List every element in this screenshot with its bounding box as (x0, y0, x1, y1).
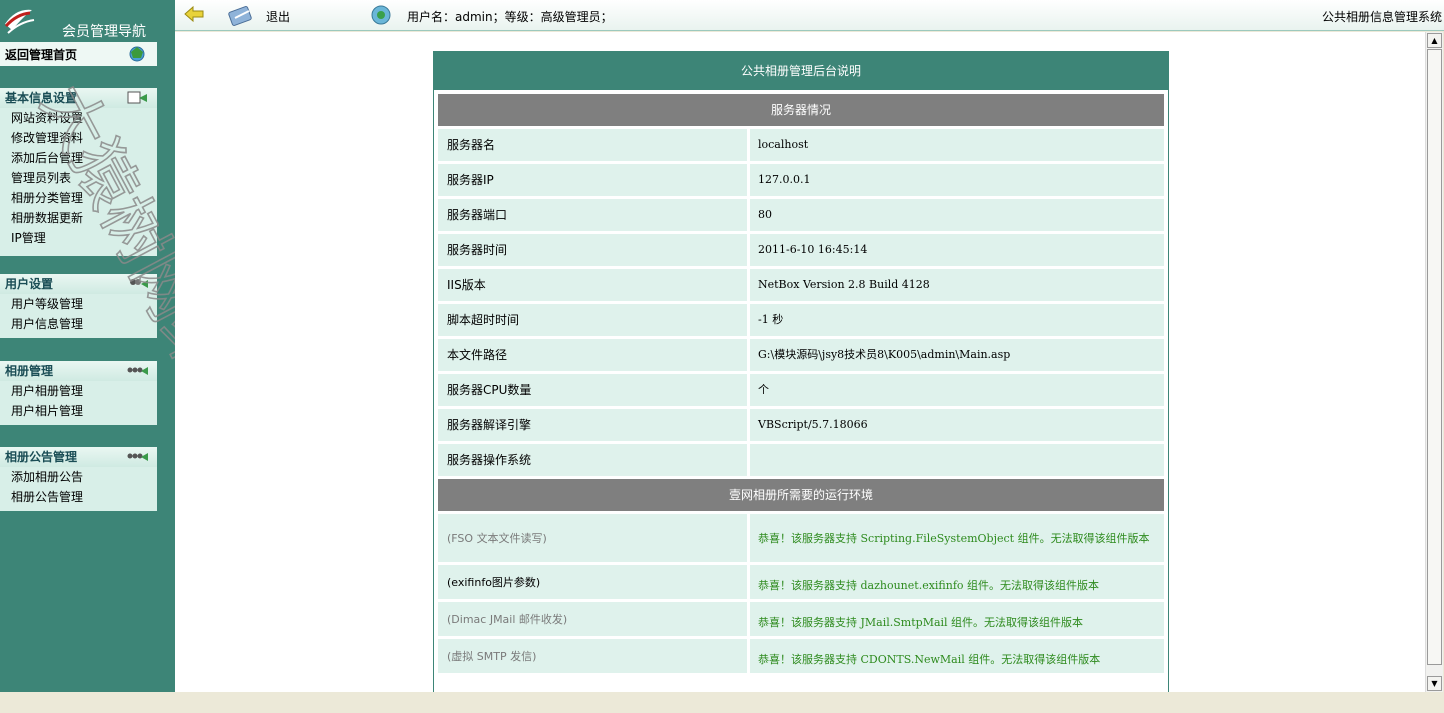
server-row-value: NetBox Version 2.8 Build 4128 (750, 269, 1164, 301)
server-row: 脚本超时时间 -1 秒 (438, 304, 1164, 336)
sidebar-group-head-label: 相册管理 (5, 364, 54, 378)
sidebar-group-users: 用户设置 用户等级管理 用户信息管理 (0, 274, 157, 338)
server-row: 服务器操作系统 (438, 444, 1164, 476)
info-panel: 公共相册管理后台说明 服务器情况 服务器名 localhost 服务器IP 127.0… (433, 51, 1169, 692)
env-row: (Dimac JMail 邮件收发) 恭喜！该服务器支持 JMail.SmtpMa… (438, 602, 1164, 636)
sidebar-item-user-albums[interactable]: 用户相册管理 (0, 381, 157, 401)
server-row-key: 服务器解译引擎 (438, 409, 747, 441)
env-row: (exifinfo图片参数) 恭喜！该服务器支持 dazhounet.exifin… (438, 565, 1164, 599)
sidebar-group-head-label: 基本信息设置 (5, 91, 78, 105)
server-table: 服务器名 localhost 服务器IP 127.0.0.1 服务器端口 80 服务器时间 2… (434, 129, 1168, 476)
sidebar-group-head[interactable]: 基本信息设置 (0, 88, 157, 108)
env-table: (FSO 文本文件读写) 恭喜！该服务器支持 Scripting.FileSyst… (434, 514, 1168, 673)
home-link[interactable]: 返回管理首页 (0, 42, 157, 66)
window-bottom-strip (0, 692, 1444, 713)
sidebar-group-head[interactable]: 相册管理 (0, 361, 157, 381)
user-globe-icon (371, 5, 391, 25)
user-info-text: 用户名：admin；等级：高级管理员； (407, 10, 613, 24)
server-row-key: 服务器IP (438, 164, 747, 196)
sidebar-item-edit-admin[interactable]: 修改管理资料 (0, 128, 157, 148)
sidebar: 会员管理导航 返回管理首页 基本信息设置 网站资料设置 修改管理资料 添加后台管… (0, 0, 175, 692)
env-row-component: (Dimac JMail 邮件收发) (438, 602, 747, 636)
scroll-down-icon[interactable]: ▼ (1427, 676, 1442, 691)
settings-arrow-icon (127, 91, 147, 104)
sidebar-group-head-label: 相册公告管理 (5, 450, 78, 464)
sidebar-item-album-category[interactable]: 相册分类管理 (0, 188, 157, 208)
server-row: IIS版本 NetBox Version 2.8 Build 4128 (438, 269, 1164, 301)
server-row-value (750, 444, 1164, 476)
server-row-key: 服务器操作系统 (438, 444, 747, 476)
server-row-value: G:\模块源码\jsy8技术员8\K005\admin\Main.asp (750, 339, 1164, 371)
server-row-value: -1 秒 (750, 304, 1164, 336)
server-section-head: 服务器情况 (438, 94, 1164, 126)
home-link-label: 返回管理首页 (5, 48, 78, 62)
sidebar-group-notices: 相册公告管理 添加相册公告 相册公告管理 (0, 447, 157, 511)
server-row-key: IIS版本 (438, 269, 747, 301)
server-row-value: 2011-6-10 16:45:14 (750, 234, 1164, 266)
sidebar-group-albums: 相册管理 用户相册管理 用户相片管理 (0, 361, 157, 425)
scroll-thumb[interactable] (1427, 49, 1442, 665)
top-bar: 退出 用户名：admin；等级：高级管理员； 公共相册信息管理系统 (175, 0, 1444, 31)
server-row-value: 个 (750, 374, 1164, 406)
server-row: 服务器CPU数量 个 (438, 374, 1164, 406)
group-users-icon (127, 453, 148, 461)
server-row: 本文件路径 G:\模块源码\jsy8技术员8\K005\admin\Main.as… (438, 339, 1164, 371)
env-row-component: (exifinfo图片参数) (438, 565, 747, 599)
sidebar-item-album-update[interactable]: 相册数据更新 (0, 208, 157, 228)
sidebar-item-admin-list[interactable]: 管理员列表 (0, 168, 157, 188)
server-row-key: 本文件路径 (438, 339, 747, 371)
sidebar-item-notice-manage[interactable]: 相册公告管理 (0, 487, 157, 507)
panel-title: 公共相册管理后台说明 (434, 52, 1168, 90)
env-section-head: 壹网相册所需要的运行环境 (438, 479, 1164, 511)
sidebar-group-head[interactable]: 相册公告管理 (0, 447, 157, 467)
env-row: (虚拟 SMTP 发信) 恭喜！该服务器支持 CDONTS.NewMail 组件。… (438, 639, 1164, 673)
env-row-status: 恭喜！该服务器支持 CDONTS.NewMail 组件。无法取得该组件版本 (750, 639, 1164, 673)
sidebar-item-site-settings[interactable]: 网站资料设置 (0, 108, 157, 128)
sidebar-title: 会员管理导航 (62, 24, 146, 40)
sidebar-item-user-level[interactable]: 用户等级管理 (0, 294, 157, 314)
logout-link[interactable]: 退出 (266, 8, 290, 25)
sidebar-item-user-info[interactable]: 用户信息管理 (0, 314, 157, 334)
server-row: 服务器IP 127.0.0.1 (438, 164, 1164, 196)
server-row: 服务器时间 2011-6-10 16:45:14 (438, 234, 1164, 266)
server-row-key: 服务器端口 (438, 199, 747, 231)
users-icon (130, 279, 148, 288)
sidebar-group-basic: 基本信息设置 网站资料设置 修改管理资料 添加后台管理 管理员列表 相册分类管理… (0, 88, 157, 256)
env-row-component: (虚拟 SMTP 发信) (438, 639, 747, 673)
sidebar-header: 会员管理导航 (0, 0, 157, 40)
sidebar-item-add-notice[interactable]: 添加相册公告 (0, 467, 157, 487)
sidebar-item-add-admin[interactable]: 添加后台管理 (0, 148, 157, 168)
server-row-value: localhost (750, 129, 1164, 161)
env-row: (FSO 文本文件读写) 恭喜！该服务器支持 Scripting.FileSyst… (438, 514, 1164, 562)
server-row-value: VBScript/5.7.18066 (750, 409, 1164, 441)
server-row: 服务器解译引擎 VBScript/5.7.18066 (438, 409, 1164, 441)
sidebar-item-ip-manage[interactable]: IP管理 (0, 228, 157, 248)
env-row-status: 恭喜！该服务器支持 Scripting.FileSystemObject 组件。… (750, 514, 1164, 562)
logo-icon (4, 9, 35, 34)
logout-icon[interactable] (227, 3, 257, 27)
server-row: 服务器名 localhost (438, 129, 1164, 161)
server-row-key: 服务器名 (438, 129, 747, 161)
system-name: 公共相册信息管理系统 (1321, 10, 1442, 24)
vertical-scrollbar[interactable]: ▲ ▼ (1425, 32, 1443, 692)
home-globe-icon (129, 46, 145, 62)
server-row-key: 服务器时间 (438, 234, 747, 266)
env-row-status: 恭喜！该服务器支持 JMail.SmtpMail 组件。无法取得该组件版本 (750, 602, 1164, 636)
server-row-value: 127.0.0.1 (750, 164, 1164, 196)
main-content: 公共相册管理后台说明 服务器情况 服务器名 localhost 服务器IP 127.0… (175, 32, 1426, 692)
group-users-icon (127, 367, 148, 375)
env-row-status: 恭喜！该服务器支持 dazhounet.exifinfo 组件。无法取得该组件版… (750, 565, 1164, 599)
sidebar-group-head-label: 用户设置 (5, 277, 54, 291)
server-row-value: 80 (750, 199, 1164, 231)
sidebar-group-head[interactable]: 用户设置 (0, 274, 157, 294)
server-row-key: 服务器CPU数量 (438, 374, 747, 406)
server-row-key: 脚本超时时间 (438, 304, 747, 336)
back-arrow-icon[interactable] (183, 5, 205, 23)
server-row: 服务器端口 80 (438, 199, 1164, 231)
env-row-component: (FSO 文本文件读写) (438, 514, 747, 562)
scroll-up-icon[interactable]: ▲ (1427, 33, 1442, 48)
sidebar-item-user-photos[interactable]: 用户相片管理 (0, 401, 157, 421)
